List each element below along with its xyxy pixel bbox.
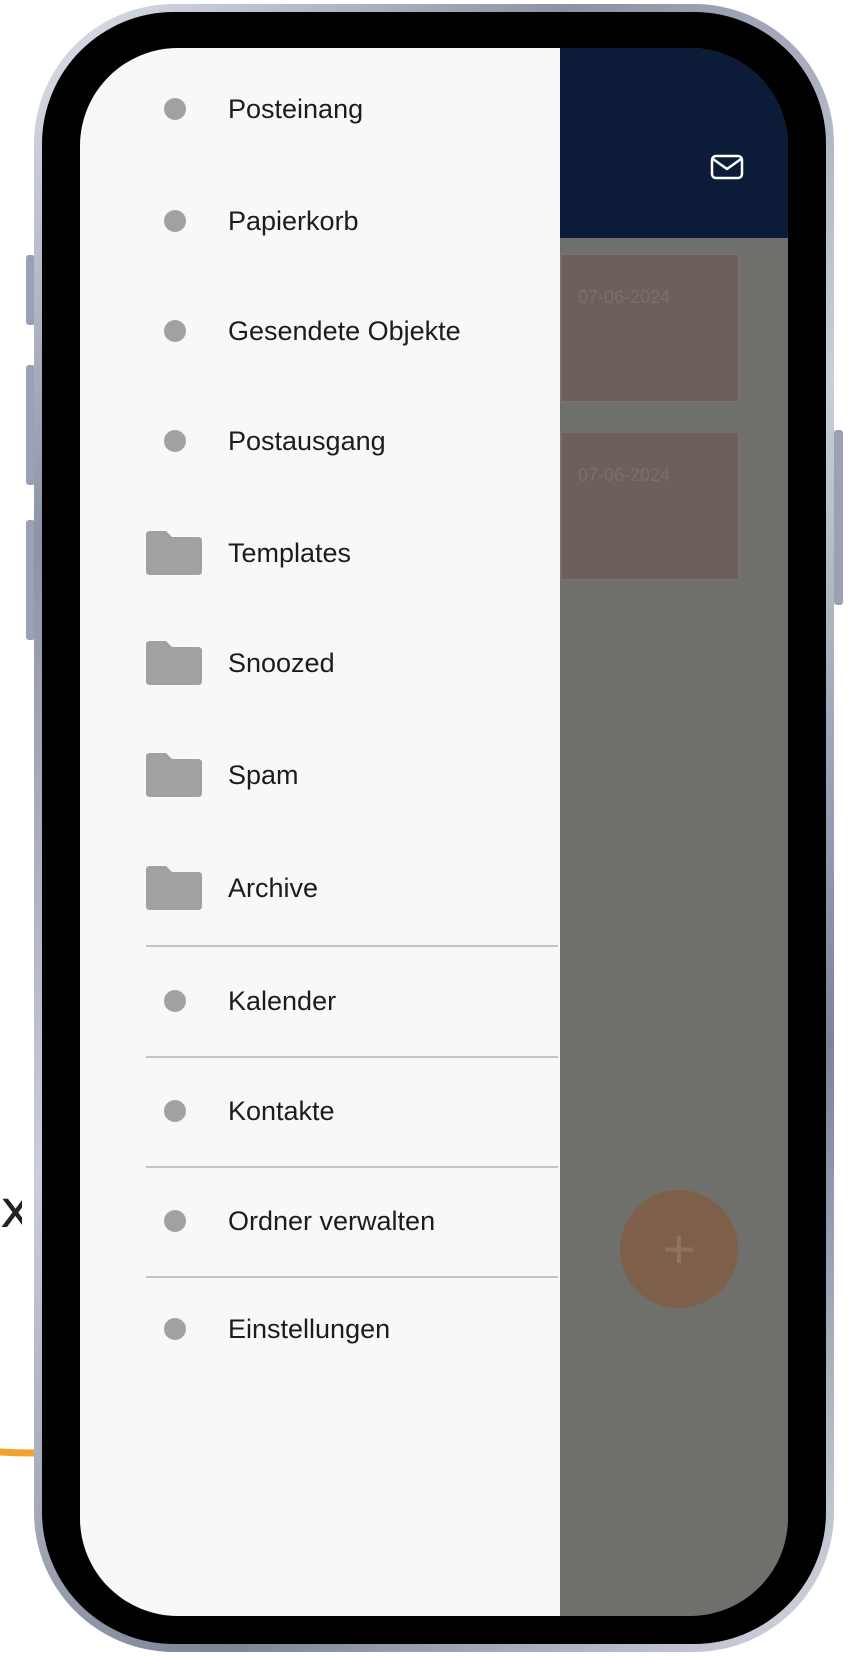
phone-screen: 07-06-2024 07-06-2024 + Posteinang Papie… [80,48,788,1616]
mail-list-item[interactable]: 07-06-2024 [560,253,740,403]
nav-item-label: Ordner verwalten [228,1206,436,1236]
navigation-drawer: Posteinang Papierkorb Gesendete Objekte … [80,48,560,1616]
dot-icon [164,98,186,120]
drawer-divider [146,1276,558,1278]
folder-icon [146,753,202,797]
plus-icon: + [662,1217,696,1280]
compose-button[interactable]: + [620,1190,738,1308]
nav-item-kontakte[interactable]: Kontakte [80,1076,560,1146]
nav-item-templates[interactable]: Templates [80,518,560,588]
dot-icon [164,210,186,232]
nav-item-label: Posteinang [228,94,364,124]
power-button [834,430,843,605]
nav-item-label: Kontakte [228,1096,335,1126]
phone-frame: 07-06-2024 07-06-2024 + Posteinang Papie… [34,4,834,1652]
nav-item-spam[interactable]: Spam [80,740,560,810]
nav-item-kalender[interactable]: Kalender [80,966,560,1036]
dot-icon [164,990,186,1012]
nav-item-label: Postausgang [228,426,386,456]
mail-list-item[interactable]: 07-06-2024 [560,431,740,581]
dot-icon [164,1100,186,1122]
nav-item-label: Kalender [228,986,337,1016]
mail-date: 07-06-2024 [578,287,671,307]
nav-item-einstellungen[interactable]: Einstellungen [80,1294,560,1364]
nav-item-label: Snoozed [228,648,335,678]
nav-item-label: Archive [228,873,319,903]
nav-item-label: Papierkorb [228,206,359,236]
dot-icon [164,1318,186,1340]
nav-item-archive[interactable]: Archive [80,853,560,923]
nav-item-posteingang[interactable]: Posteinang [80,74,560,144]
drawer-divider [146,1056,558,1058]
nav-item-snoozed[interactable]: Snoozed [80,628,560,698]
folder-icon [146,641,202,685]
nav-item-papierkorb[interactable]: Papierkorb [80,186,560,256]
drawer-divider [146,945,558,947]
mail-date: 07-06-2024 [578,465,671,485]
nav-item-label: Templates [228,538,352,568]
nav-item-label: Spam [228,760,299,790]
dot-icon [164,430,186,452]
folder-icon [146,531,202,575]
mail-icon[interactable] [710,154,744,180]
nav-item-label: Gesendete Objekte [228,316,461,346]
dot-icon [164,1210,186,1232]
nav-item-ordner-verwalten[interactable]: Ordner verwalten [80,1186,560,1256]
nav-item-postausgang[interactable]: Postausgang [80,406,560,476]
drawer-divider [146,1166,558,1168]
dot-icon [164,320,186,342]
annotation-mark: x [0,1180,22,1240]
nav-item-label: Einstellungen [228,1314,391,1344]
nav-item-gesendete-objekte[interactable]: Gesendete Objekte [80,296,560,366]
folder-icon [146,866,202,910]
